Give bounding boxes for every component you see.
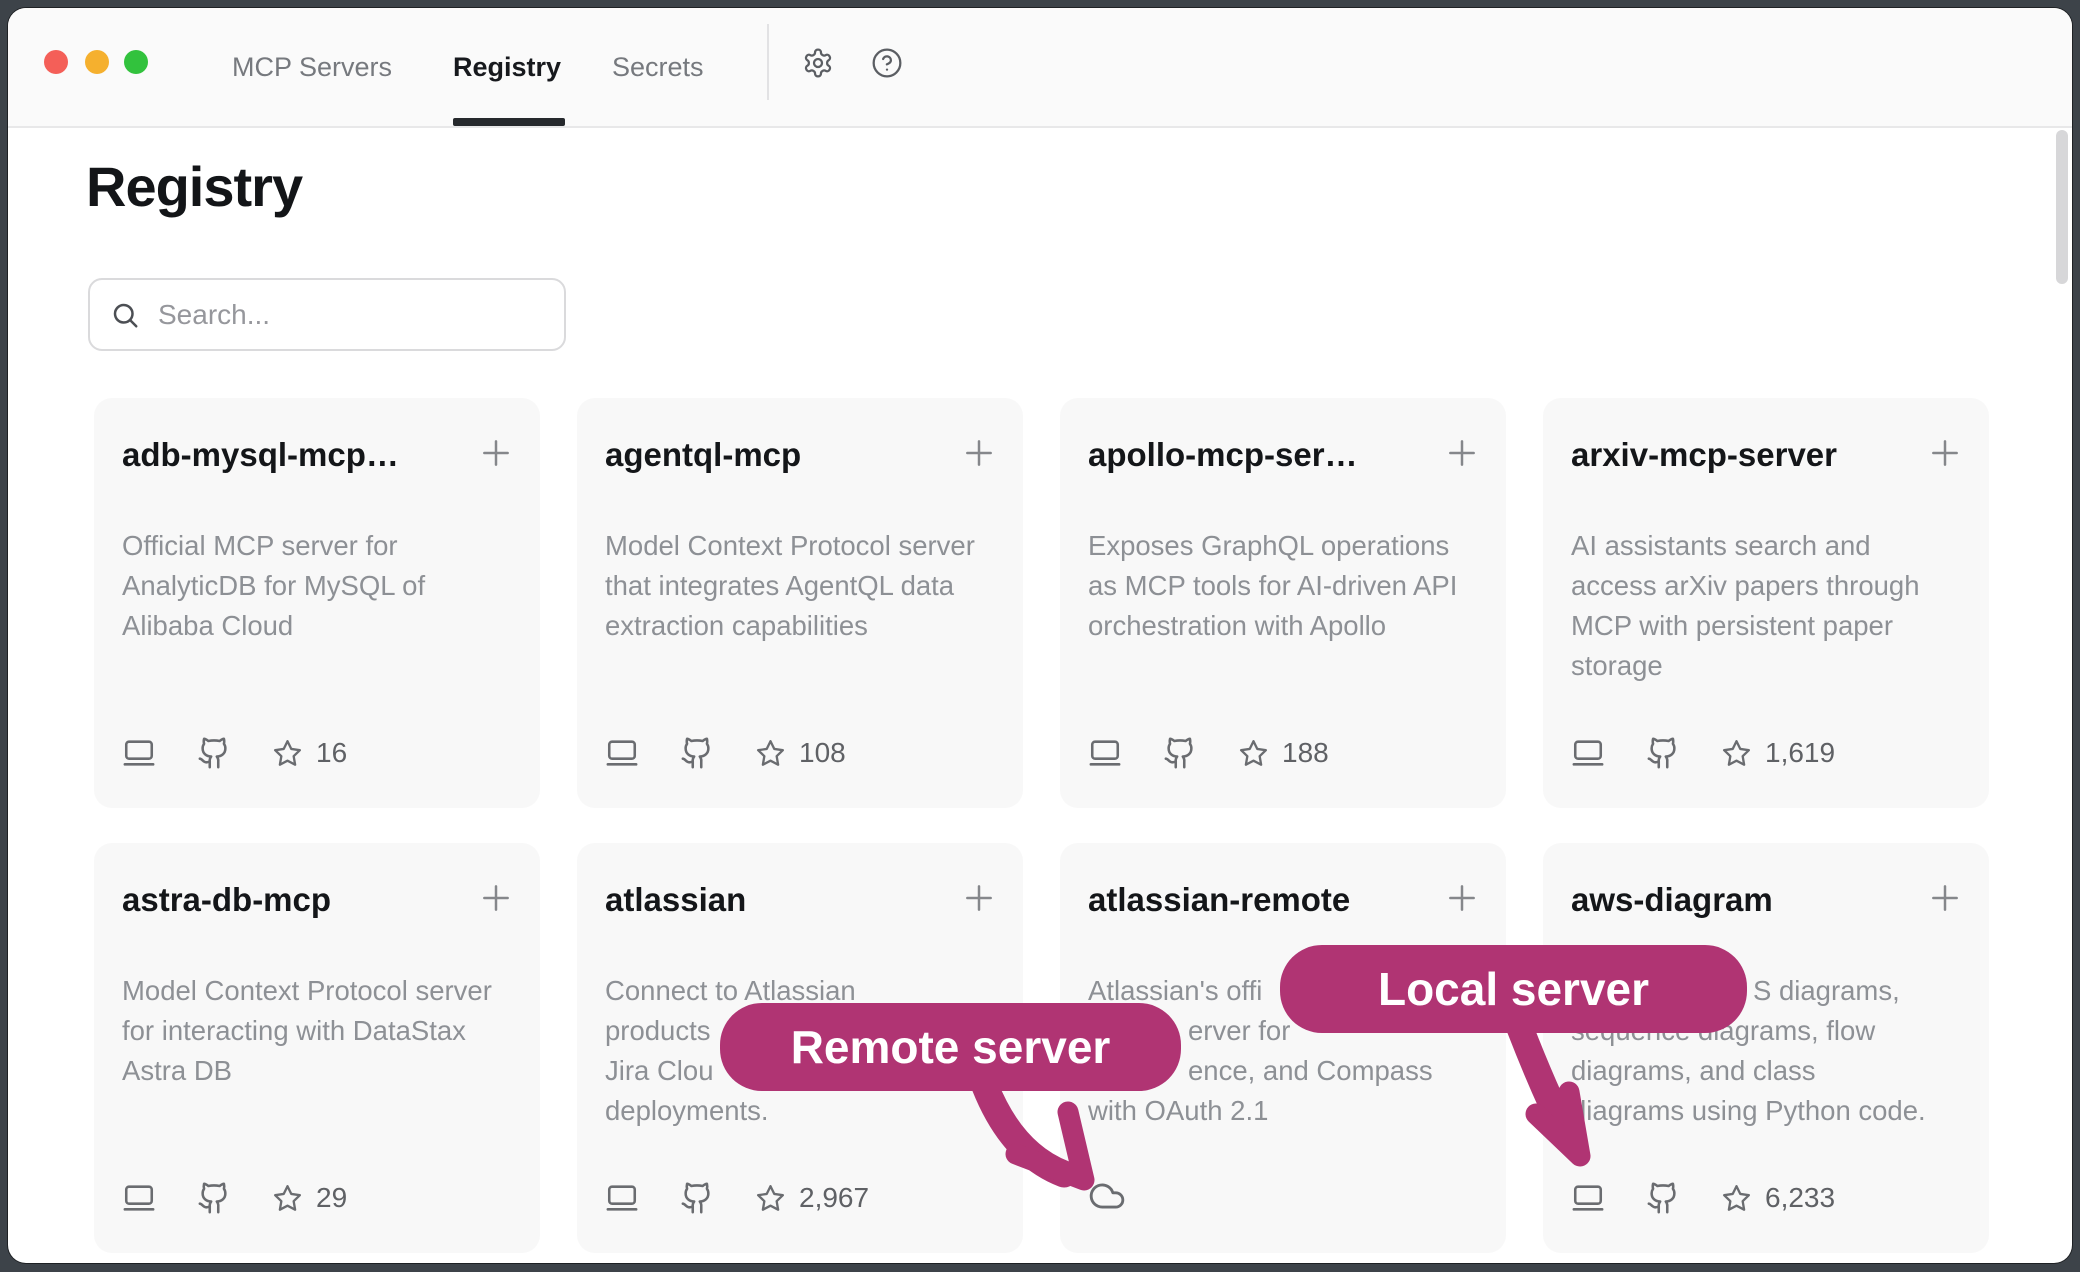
description-line: Jira Clou [605,1051,997,1091]
page-title: Registry [86,154,302,219]
server-name: aws-diagram [1571,881,1773,919]
server-description: Model Context Protocol server that integ… [605,526,997,646]
server-name: adb-mysql-mcp… [122,436,399,474]
vertical-scrollbar-thumb[interactable] [2056,130,2068,284]
server-description: Exposes GraphQL operations as MCP tools … [1088,526,1480,646]
card-footer [1088,1177,1126,1215]
search-box[interactable] [88,278,566,351]
cloud-icon [1088,1177,1126,1215]
tab-mcp-servers[interactable]: MCP Servers [232,8,392,126]
server-description: Connect to Atlassian products Jira Clou … [605,971,997,1131]
search-input[interactable] [158,299,544,331]
github-icon[interactable] [680,736,714,770]
description-line: diagrams, and class [1571,1051,1963,1091]
github-icon[interactable] [680,1181,714,1215]
toolbar-divider [767,24,769,100]
server-card-astra-db-mcp[interactable]: astra-db-mcp Model Context Protocol serv… [94,843,540,1253]
description-line: sequence diagrams, flow [1571,1011,1963,1051]
server-description: S diagrams, sequence diagrams, flow diag… [1571,971,1963,1131]
search-icon [110,300,140,330]
description-line: Connect to Atlassian [605,971,997,1011]
server-name: atlassian-remote [1088,881,1350,919]
star-count: 6,233 [1765,1182,1835,1214]
server-card-aws-diagram[interactable]: aws-diagram S diagrams, sequence diagram… [1543,843,1989,1253]
help-icon[interactable] [871,47,903,79]
server-card-agentql-mcp[interactable]: agentql-mcp Model Context Protocol serve… [577,398,1023,808]
card-footer: 188 [1088,736,1329,770]
card-footer: 16 [122,736,347,770]
server-name: agentql-mcp [605,436,801,474]
star-count: 1,619 [1765,737,1835,769]
active-tab-indicator [453,118,565,126]
server-name: apollo-mcp-ser… [1088,436,1358,474]
settings-gear-icon[interactable] [802,47,834,79]
laptop-icon [605,1181,639,1215]
star-count: 16 [316,737,347,769]
laptop-icon [1088,736,1122,770]
star-icon [1721,738,1752,769]
star-icon [755,1183,786,1214]
add-server-button[interactable] [959,433,999,473]
description-line: ence, and Compass [1088,1051,1480,1091]
minimize-window-button[interactable] [85,50,109,74]
laptop-icon [605,736,639,770]
server-description: Atlassian's offi erver for ence, and Com… [1088,971,1480,1131]
server-description: Official MCP server for AnalyticDB for M… [122,526,514,646]
title-bar: MCP Servers Registry Secrets [8,8,2072,128]
laptop-icon [122,1181,156,1215]
add-server-button[interactable] [1442,433,1482,473]
laptop-icon [1571,736,1605,770]
server-card-adb-mysql-mcp[interactable]: adb-mysql-mcp… Official MCP server for A… [94,398,540,808]
add-server-button[interactable] [1925,433,1965,473]
star-count: 2,967 [799,1182,869,1214]
description-line: S diagrams, [1571,971,1963,1011]
github-icon[interactable] [1163,736,1197,770]
description-line: deployments. [605,1091,997,1131]
server-description: AI assistants search and access arXiv pa… [1571,526,1963,686]
description-line: Atlassian's offi [1088,971,1480,1011]
star-count: 188 [1282,737,1329,769]
add-server-button[interactable] [959,878,999,918]
server-card-atlassian-remote[interactable]: atlassian-remote Atlassian's offi erver … [1060,843,1506,1253]
star-count: 29 [316,1182,347,1214]
add-server-button[interactable] [1925,878,1965,918]
server-name: astra-db-mcp [122,881,331,919]
tab-secrets[interactable]: Secrets [612,8,704,126]
description-line: products [605,1011,997,1051]
github-icon[interactable] [1646,736,1680,770]
description-line: diagrams using Python code. [1571,1091,1963,1131]
card-footer: 1,619 [1571,736,1835,770]
github-icon[interactable] [197,736,231,770]
server-name: arxiv-mcp-server [1571,436,1837,474]
card-footer: 29 [122,1181,347,1215]
add-server-button[interactable] [476,433,516,473]
star-icon [1721,1183,1752,1214]
star-icon [1238,738,1269,769]
laptop-icon [1571,1181,1605,1215]
server-name: atlassian [605,881,746,919]
star-icon [272,738,303,769]
laptop-icon [122,736,156,770]
card-footer: 2,967 [605,1181,869,1215]
zoom-window-button[interactable] [124,50,148,74]
server-description: Model Context Protocol server for intera… [122,971,514,1091]
card-footer: 108 [605,736,846,770]
card-footer: 6,233 [1571,1181,1835,1215]
close-window-button[interactable] [44,50,68,74]
star-count: 108 [799,737,846,769]
star-icon [755,738,786,769]
server-card-apollo-mcp-server[interactable]: apollo-mcp-ser… Exposes GraphQL operatio… [1060,398,1506,808]
description-line: with OAuth 2.1 [1088,1091,1480,1131]
server-card-atlassian[interactable]: atlassian Connect to Atlassian products … [577,843,1023,1253]
tab-registry[interactable]: Registry [453,8,561,126]
add-server-button[interactable] [476,878,516,918]
server-card-arxiv-mcp-server[interactable]: arxiv-mcp-server AI assistants search an… [1543,398,1989,808]
github-icon[interactable] [1646,1181,1680,1215]
add-server-button[interactable] [1442,878,1482,918]
registry-card-grid: adb-mysql-mcp… Official MCP server for A… [94,398,1989,1253]
app-window: MCP Servers Registry Secrets Registry [8,8,2072,1263]
star-icon [272,1183,303,1214]
description-line: erver for [1088,1011,1480,1051]
github-icon[interactable] [197,1181,231,1215]
